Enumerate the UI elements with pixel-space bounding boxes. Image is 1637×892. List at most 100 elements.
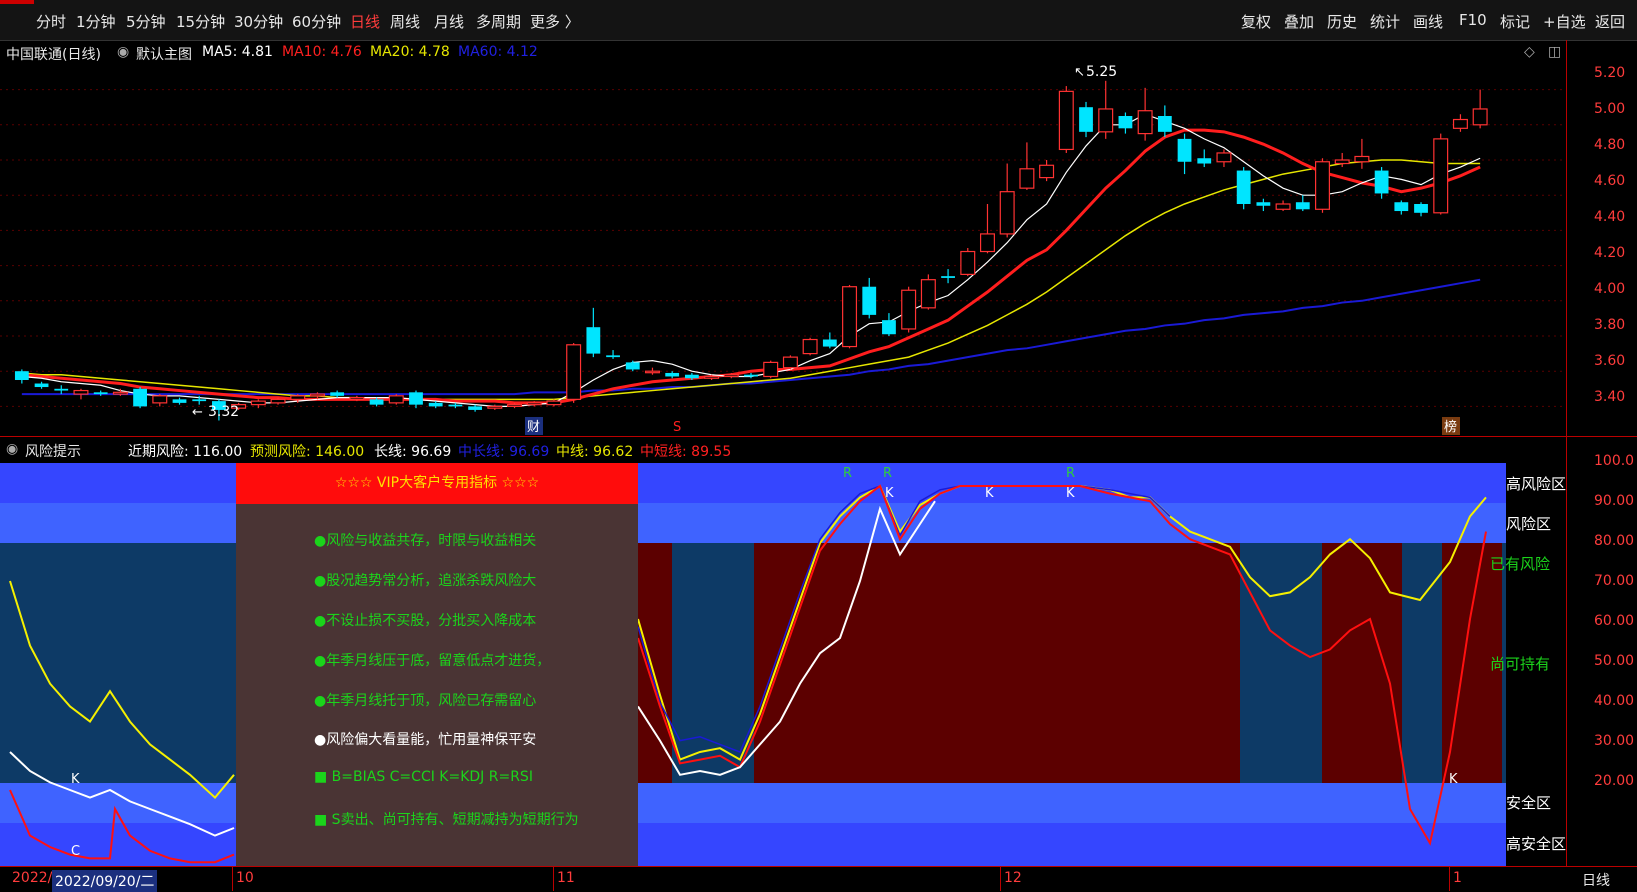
period-toolbar: 分时 1分钟 5分钟 15分钟 30分钟 60分钟 日线 周线 月线 多周期 更… <box>0 0 1637 41</box>
candle-body <box>704 375 720 379</box>
candle-body <box>901 289 917 330</box>
candle-body <box>1216 152 1232 163</box>
candles <box>14 80 1488 421</box>
stats-button[interactable]: 统计 <box>1370 11 1400 32</box>
price-tick: 4.40 <box>1594 209 1626 225</box>
candle-body <box>684 374 699 379</box>
month-divider <box>1449 867 1450 891</box>
candle-body <box>882 320 896 335</box>
candlestick-chart[interactable]: 5.25 ↖ 3.32 ← 财 S 榜 <box>0 64 1566 436</box>
safe-zone <box>0 783 1506 823</box>
tab-60min[interactable]: 60分钟 <box>292 11 341 32</box>
tab-5min[interactable]: 5分钟 <box>126 11 166 32</box>
candle-body <box>782 356 798 369</box>
candle-body <box>290 395 306 400</box>
panel-toggle-icon[interactable]: ◫ <box>1548 44 1561 60</box>
candle-body <box>920 279 936 309</box>
month-label: 11 <box>557 870 575 886</box>
risk-tick: 70.00 <box>1594 573 1635 589</box>
long-line-value: 长线: 96.69 <box>374 444 452 460</box>
event-s-label[interactable]: S <box>673 420 681 435</box>
candle-body <box>192 399 207 402</box>
tab-30min[interactable]: 30分钟 <box>234 11 283 32</box>
candle-body <box>409 392 423 405</box>
f10-button[interactable]: F10 <box>1459 11 1487 29</box>
ma20-value: MA20: 4.78 <box>370 44 450 60</box>
high-price-label: 5.25 <box>1086 64 1117 80</box>
candle-body <box>1118 116 1133 129</box>
candle-body <box>34 383 49 388</box>
mark-button[interactable]: 标记 <box>1500 11 1530 32</box>
main-chart-info: 中国联通(日线) ◉ 默认主图 MA5: 4.81 MA10: 4.76 MA2… <box>0 40 1566 64</box>
candle-body <box>842 286 858 348</box>
ma5-value: MA5: 4.81 <box>202 44 273 60</box>
candle-body <box>586 327 601 354</box>
template-label[interactable]: 默认主图 <box>136 44 192 64</box>
low-price-arrow: ← <box>192 405 203 420</box>
indicator-name[interactable]: 风险提示 <box>25 441 81 461</box>
template-menu-icon[interactable]: ◉ <box>117 44 129 60</box>
mid-line-value: 中线: 96.62 <box>556 444 634 460</box>
risk-tick: 20.00 <box>1594 773 1635 789</box>
month-divider <box>553 867 554 891</box>
back-button[interactable]: 返回 <box>1595 11 1625 32</box>
candle-body <box>744 374 758 377</box>
zone-label-safe: 安全区 <box>1506 794 1552 812</box>
candle-body <box>1177 138 1192 162</box>
risk-tick: 30.00 <box>1594 733 1635 749</box>
year-label: 2022/ <box>12 870 53 886</box>
low-price-label: 3.32 <box>208 404 239 420</box>
tab-fenshi[interactable]: 分时 <box>36 11 66 32</box>
tab-monthly[interactable]: 月线 <box>434 11 464 32</box>
candle-body <box>1354 155 1370 163</box>
tab-15min[interactable]: 15分钟 <box>176 11 225 32</box>
marker-k: K <box>985 486 994 501</box>
zone-label-can-hold: 尚可持有 <box>1490 655 1551 673</box>
tab-weekly[interactable]: 周线 <box>390 11 420 32</box>
price-tick: 3.80 <box>1594 317 1626 333</box>
candle-body <box>644 370 660 374</box>
risk-indicator-chart[interactable]: R R K K K R K C K <box>0 463 1566 866</box>
candle-body <box>1256 202 1271 206</box>
candle-body <box>369 399 384 405</box>
diamond-icon[interactable]: ◇ <box>1524 44 1535 60</box>
candle-body <box>1058 90 1074 151</box>
tip-note: ■ S卖出、尚可持有、短期减持为短期行为 <box>314 812 579 828</box>
tip-5: ●年季月线托于顶，风险已存需留心 <box>314 693 537 709</box>
candle-body <box>1472 108 1488 126</box>
event-bang-label: 榜 <box>1444 419 1457 435</box>
price-tick: 4.20 <box>1594 245 1626 261</box>
ma10-value: MA10: 4.76 <box>282 44 362 60</box>
tab-multi-period[interactable]: 多周期 <box>476 11 521 32</box>
candle-body <box>112 391 128 395</box>
period-label[interactable]: 日线 <box>1582 870 1610 890</box>
tab-daily[interactable]: 日线 <box>350 11 380 32</box>
price-tick: 4.60 <box>1594 173 1626 189</box>
month-label: 12 <box>1004 870 1022 886</box>
candle-body <box>73 389 89 395</box>
risk-tick: 90.00 <box>1594 493 1635 509</box>
indicator-menu-icon[interactable]: ◉ <box>6 441 18 457</box>
ma5-line <box>21 113 1481 407</box>
candle-body <box>487 405 503 409</box>
month-label: 1 <box>1453 870 1462 886</box>
candle-body <box>1433 138 1449 214</box>
draw-line-button[interactable]: 画线 <box>1413 11 1443 32</box>
candle-body <box>1197 158 1212 164</box>
candle-body <box>1275 203 1291 210</box>
month-divider <box>232 867 233 891</box>
candle-body <box>309 393 325 397</box>
candle-body <box>941 276 955 278</box>
overlay-button[interactable]: 叠加 <box>1284 11 1314 32</box>
tip-2: ●股况趋势常分析，追涨杀跌风险大 <box>314 573 537 589</box>
candle-body <box>1374 170 1389 194</box>
history-button[interactable]: 历史 <box>1327 11 1357 32</box>
fuquan-button[interactable]: 复权 <box>1241 11 1271 32</box>
risk-tick: 100.0 <box>1594 453 1635 469</box>
candle-body <box>999 191 1015 235</box>
candle-body <box>1295 202 1310 210</box>
add-watchlist-button[interactable]: +自选 <box>1543 11 1586 32</box>
tab-1min[interactable]: 1分钟 <box>76 11 116 32</box>
tab-more[interactable]: 更多 〉 <box>530 11 580 32</box>
ma10-line <box>21 128 1481 405</box>
